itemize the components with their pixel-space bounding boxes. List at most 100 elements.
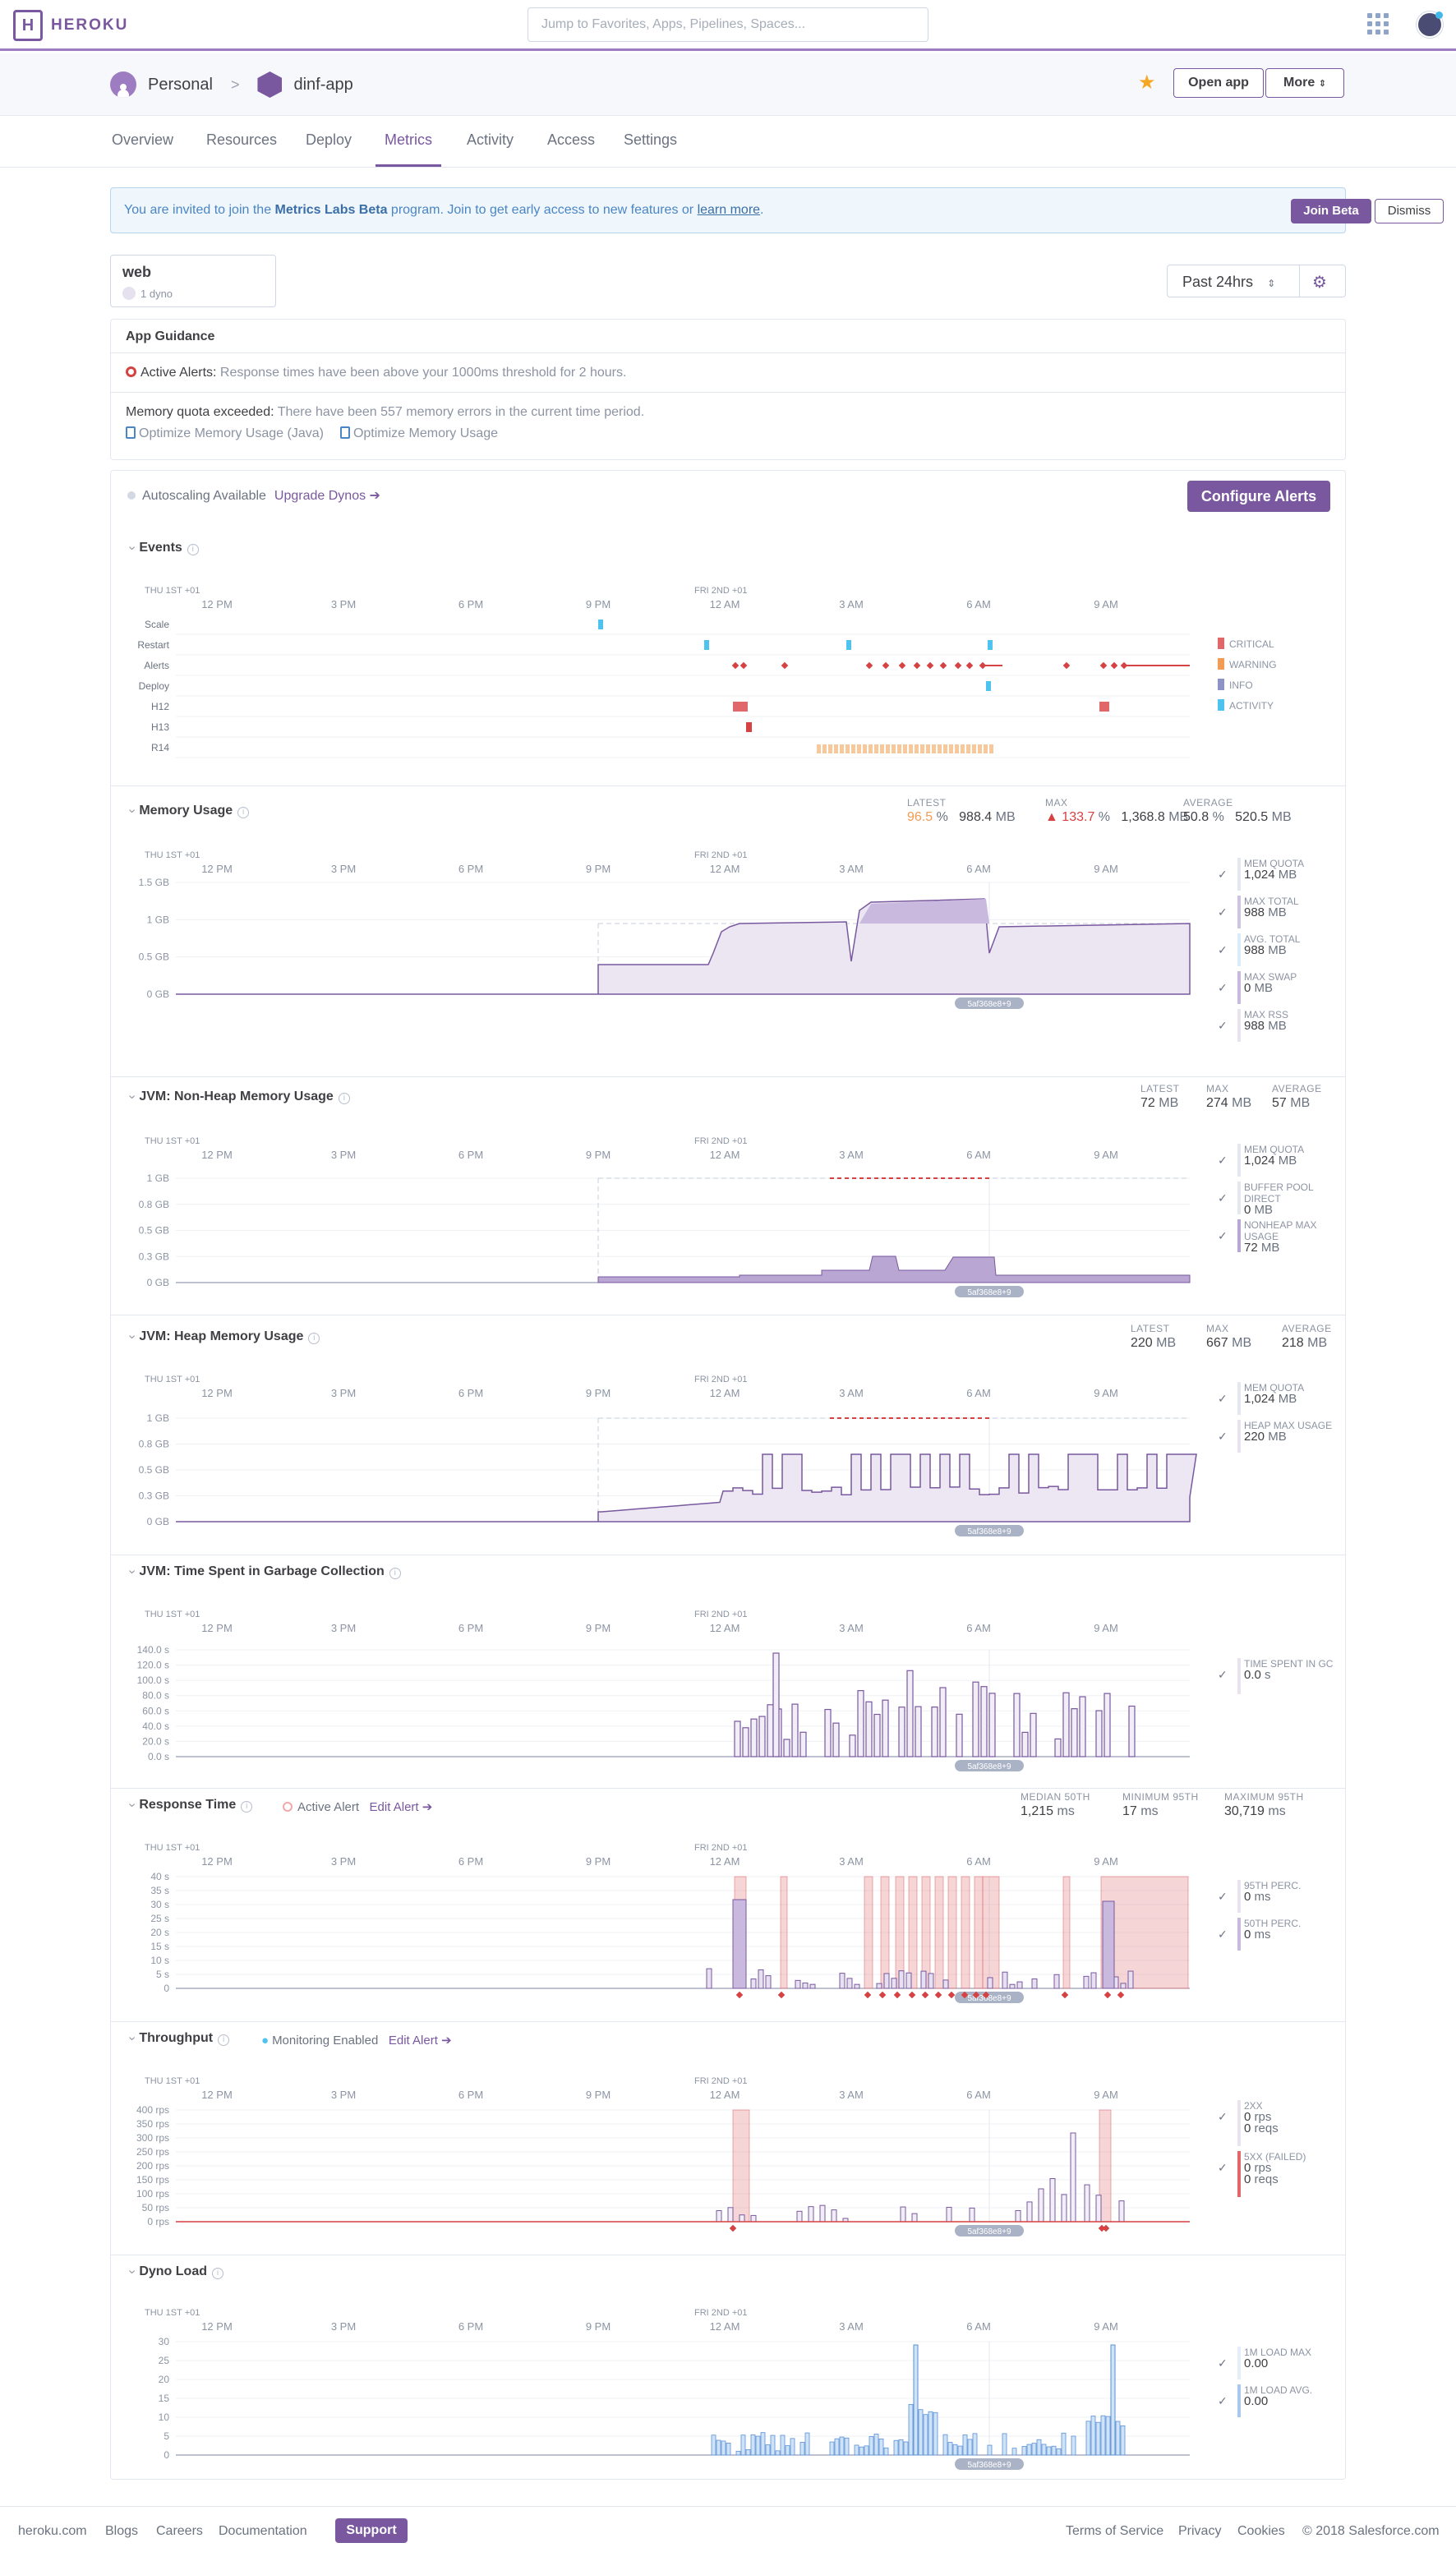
y-axis-label: 0 GB [147,1516,169,1527]
timeline-day-label: THU 1ST +01 [145,2308,200,2318]
gc-bar [1079,1696,1086,1757]
response-bar [1090,1972,1097,1989]
alert-event [740,661,748,670]
response-bar [928,1973,934,1989]
throughput-bar [819,2204,826,2223]
dyno-load-bar [957,2445,963,2456]
response-bar [1031,1978,1038,1989]
gc-bar [857,1690,864,1757]
timeline-tick-label: 3 AM [839,2089,864,2101]
alert-marker [934,1991,942,1999]
support-button[interactable]: Support [335,2518,408,2543]
timeline-tick-label: 3 AM [839,863,864,875]
y-axis-label: 0.8 GB [139,1199,169,1210]
y-axis-label: 60.0 s [142,1705,169,1716]
timeline-tick-label: 6 AM [966,598,991,610]
throughput-bar [808,2206,814,2223]
throughput-bar [969,2207,975,2223]
events-legend-label: ACTIVITY [1229,700,1274,712]
y-axis-label: 20 [159,2374,170,2385]
alert-window [947,1876,957,1989]
gc-bar [988,1693,996,1757]
timeline-tick-label: 9 AM [1094,1149,1118,1161]
event-row-label: Scale [145,619,169,630]
dyno-load-bar [1056,2448,1062,2456]
timeline-tick-label: 12 AM [710,598,740,610]
timeline-day-label: FRI 2ND +01 [694,2076,748,2086]
timeline-tick-label: 12 AM [710,1387,740,1399]
gc-bar [1021,1731,1029,1757]
timeline-tick-label: 3 PM [331,598,356,610]
response-bar [883,1973,890,1989]
alert-window [880,1876,890,1989]
y-axis-label: 0.5 GB [139,1225,169,1237]
response-bar [1009,1983,1016,1989]
alert-marker [735,1991,744,1999]
dyno-load-bar [913,2344,919,2456]
timeline-tick-label: 12 AM [710,1855,740,1868]
gc-bar [824,1708,832,1757]
gc-bar [1095,1710,1103,1757]
timeline-tick-label: 12 AM [710,2089,740,2101]
footer-link-blogs[interactable]: Blogs [105,2524,138,2539]
y-axis-label: 30 [159,2336,170,2347]
timeline-day-label: FRI 2ND +01 [694,1136,748,1146]
dyno-load-bar [1100,2415,1106,2456]
r14-event [943,744,947,753]
alert-marker [893,1991,901,1999]
timeline-tick-label: 9 AM [1094,1387,1118,1399]
y-axis-label: 15 [159,2393,170,2404]
timeline-tick-label: 12 PM [201,1855,233,1868]
gc-bar [972,1681,979,1757]
timeline-tick-label: 6 AM [966,863,991,875]
r14-event [886,744,890,753]
y-axis-label: 0 rps [147,2216,169,2227]
dyno-load-bar [1071,2435,1076,2456]
event-row-label: Restart [137,639,169,651]
r14-event [920,744,924,753]
alert-event [926,661,934,670]
alert-marker [1117,1991,1125,1999]
y-axis-label: 0.8 GB [139,1439,169,1450]
dyno-load-bar [864,2445,869,2456]
response-bar [809,1983,816,1989]
y-axis-label: 0 GB [147,1277,169,1288]
dyno-load-bar [1002,2433,1007,2456]
timeline-tick-label: 9 PM [586,1149,611,1161]
timeline-tick-label: 9 PM [586,2089,611,2101]
footer-link-cookies[interactable]: Cookies [1237,2524,1285,2539]
gc-bar [1062,1692,1070,1757]
throughput-bar [1061,2194,1067,2223]
timeline-tick-label: 9 PM [586,598,611,610]
r14-event [863,744,867,753]
timeline-tick-label: 3 AM [839,1149,864,1161]
alert-event [898,661,906,670]
y-axis-label: 300 rps [136,2132,169,2144]
throughput-bar [911,2213,918,2223]
footer-link-documentation[interactable]: Documentation [219,2524,307,2539]
y-axis-label: 10 s [150,1955,169,1966]
y-axis-label: 0.3 GB [139,1251,169,1262]
footer-link-terms[interactable]: Terms of Service [1066,2524,1163,2539]
throughput-bar [796,2210,803,2223]
footer-link-heroku[interactable]: heroku.com [18,2524,87,2539]
dyno-load-bar [839,2436,845,2456]
footer-link-careers[interactable]: Careers [156,2524,203,2539]
footer-link-privacy[interactable]: Privacy [1178,2524,1221,2539]
release-badge-label: 5af368e8+9 [967,2461,1011,2470]
dyno-load-bar [1105,2416,1111,2456]
alert-event [731,661,740,670]
alert-window [1062,1876,1071,1989]
timeline-tick-label: 12 PM [201,1622,233,1634]
r14-event [834,744,838,753]
gc-bar [849,1734,856,1757]
y-axis-label: 140.0 s [137,1644,169,1656]
y-axis-label: 200 rps [136,2160,169,2172]
throughput-bar [1070,2132,1076,2223]
event-row-label: Deploy [139,680,169,692]
timeline-tick-label: 12 PM [201,863,233,875]
dyno-load-bar [967,2439,973,2456]
y-axis-label: 1.5 GB [139,877,169,888]
gc-bar [1030,1712,1037,1757]
timeline-tick-label: 6 PM [458,598,483,610]
